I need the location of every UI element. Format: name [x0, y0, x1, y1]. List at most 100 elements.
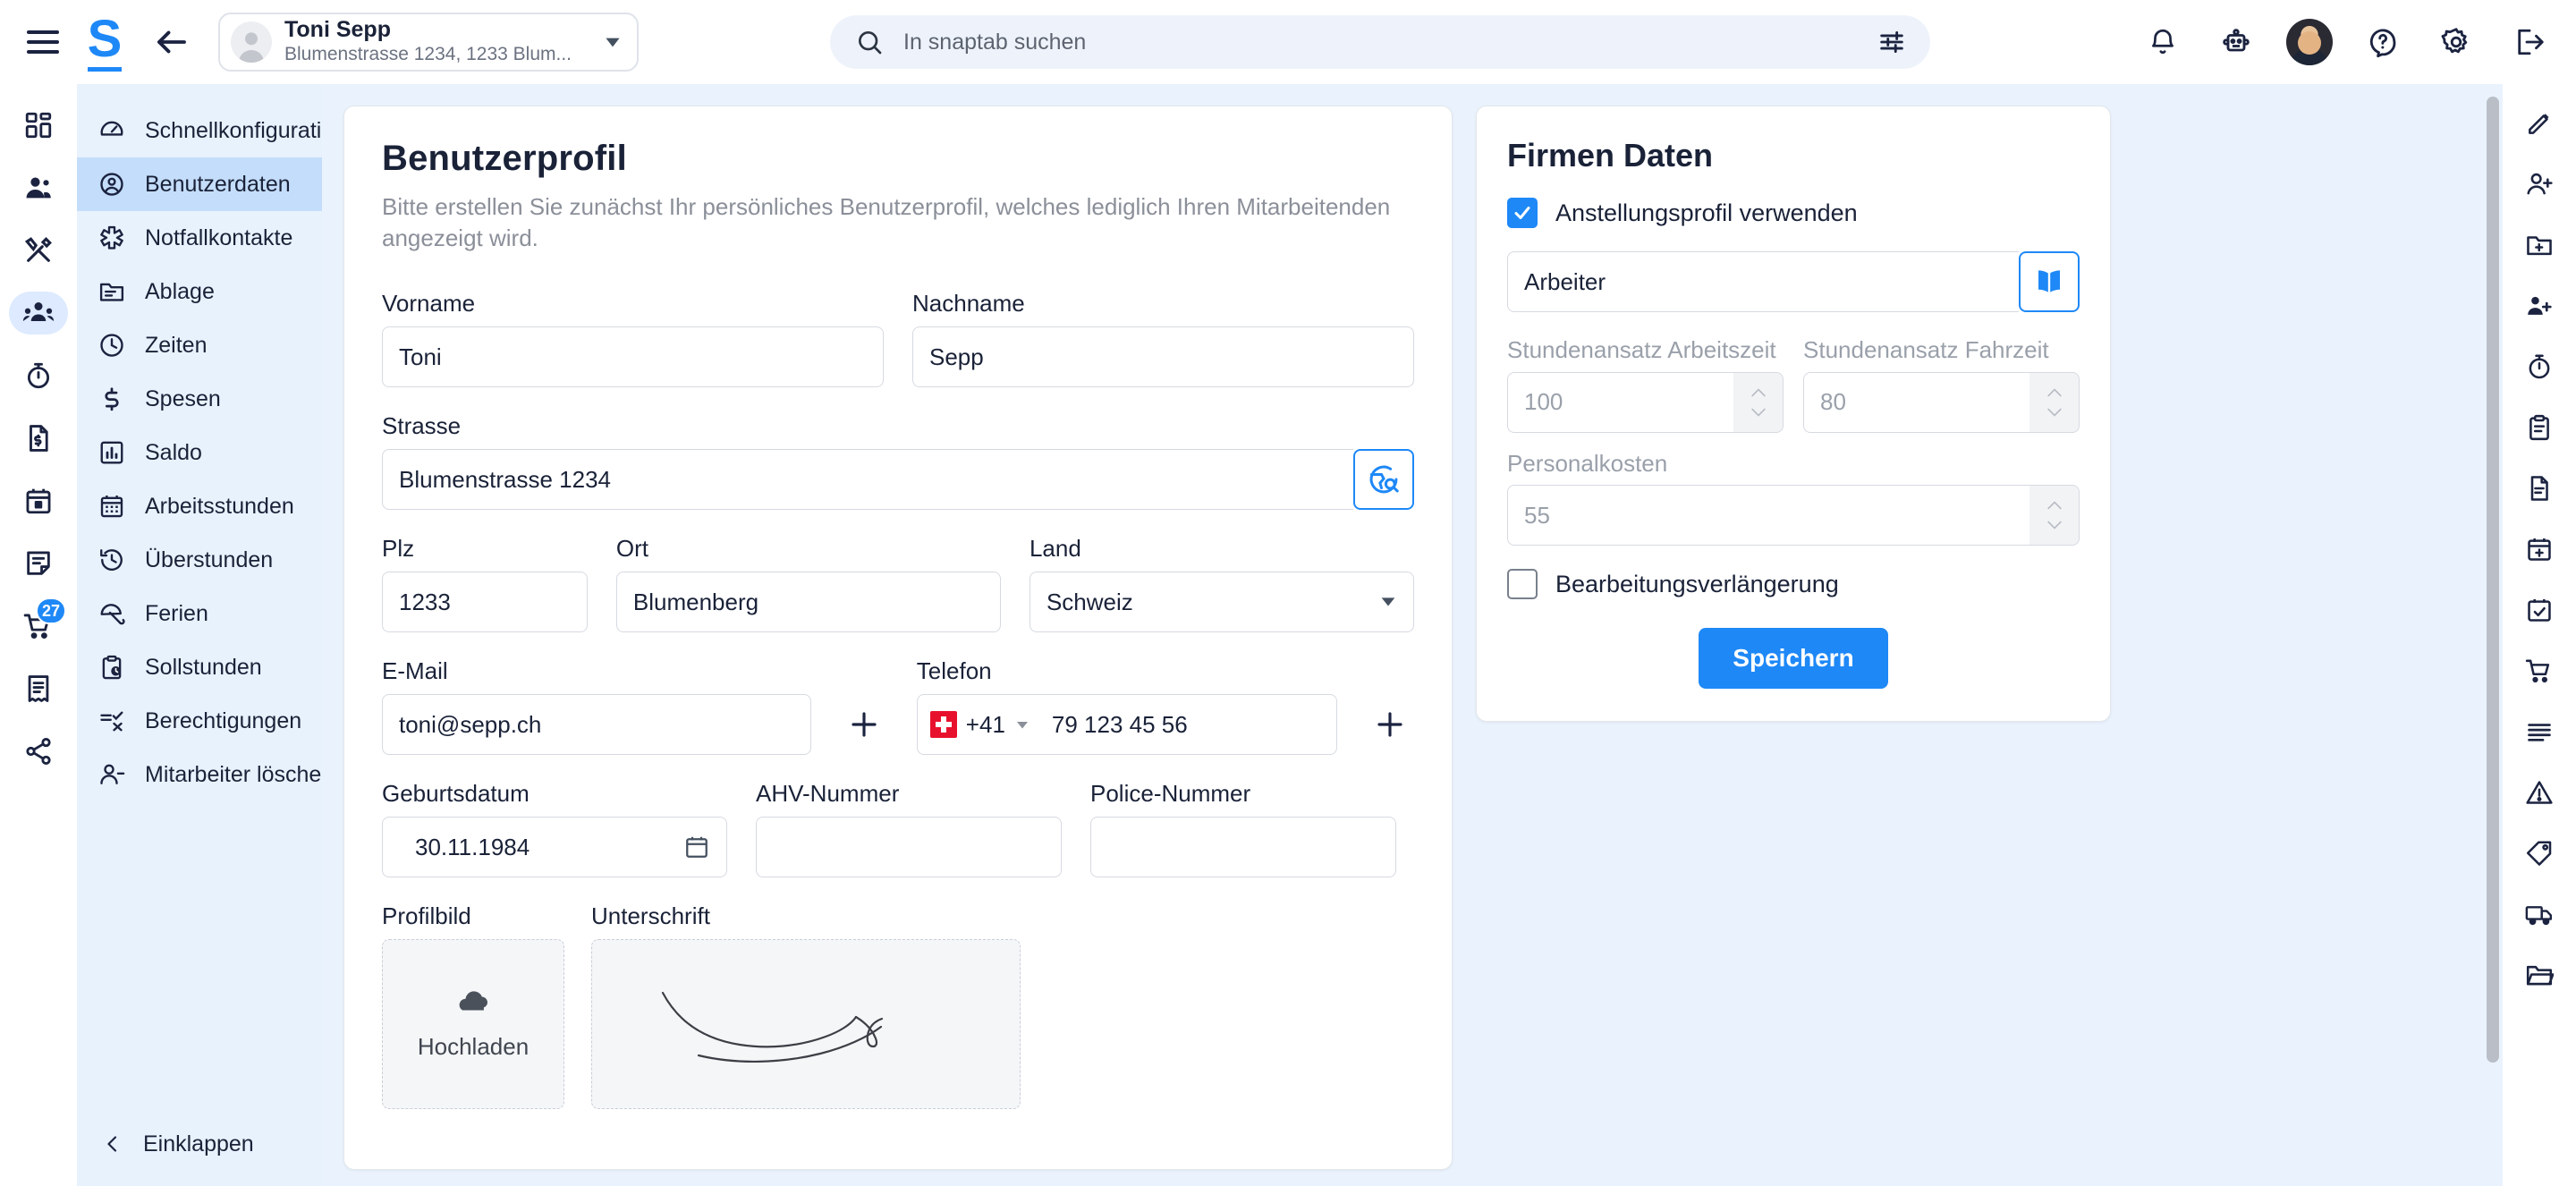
tune-filter-icon[interactable]: [1877, 27, 1907, 57]
profilbild-upload-dropzone[interactable]: Hochladen: [382, 939, 564, 1110]
collapse-sidebar-button[interactable]: Einklappen: [77, 1120, 322, 1168]
contacts-icon[interactable]: [9, 166, 68, 209]
sidebar-item-berechtigungen[interactable]: Berechtigungen: [77, 694, 322, 748]
sidebar-item-ablage[interactable]: Ablage: [77, 265, 322, 318]
book-icon[interactable]: [2019, 251, 2080, 312]
geburtsdatum-input[interactable]: 30.11.1984: [382, 817, 727, 878]
receipt-icon[interactable]: [9, 667, 68, 710]
sidebar-item-benutzerdaten[interactable]: Benutzerdaten: [77, 157, 322, 211]
sidebar-item-ueberstunden[interactable]: Überstunden: [77, 533, 322, 587]
calendar-picker-icon[interactable]: [683, 834, 710, 860]
email-input[interactable]: toni@sepp.ch: [382, 694, 812, 756]
stepper-arrows[interactable]: [1733, 371, 1784, 433]
map-search-icon[interactable]: [1353, 449, 1414, 511]
bearbeitungsverlaengerung-checkbox-row[interactable]: Bearbeitungsverlängerung: [1507, 569, 2080, 599]
search-input[interactable]: In snaptab suchen: [830, 15, 1930, 69]
tag-icon[interactable]: [2513, 834, 2565, 873]
ort-input[interactable]: Blumenberg: [615, 572, 1001, 633]
profil-select-input[interactable]: Arbeiter: [1507, 251, 2019, 312]
help-question-icon[interactable]: [2360, 19, 2406, 65]
tools-icon[interactable]: [9, 229, 68, 272]
vertical-scrollbar[interactable]: [2487, 97, 2499, 1098]
folder-icon: [98, 278, 125, 305]
chevron-down-icon[interactable]: [1014, 716, 1030, 733]
nachname-field: Nachname Sepp: [912, 290, 1414, 388]
invoice-icon[interactable]: [9, 417, 68, 460]
telefon-number[interactable]: 79 123 45 56: [1052, 711, 1188, 739]
sidebar-item-notfallkontakte[interactable]: Notfallkontakte: [77, 211, 322, 265]
notifications-bell-icon[interactable]: [2140, 19, 2186, 65]
anstellungsprofil-checkbox[interactable]: [1507, 198, 1538, 228]
body: 27 Schnellkonfiguration Benutzerdaten No…: [0, 84, 2576, 1186]
ahv-input[interactable]: [756, 817, 1062, 878]
stopwatch-icon[interactable]: [9, 354, 68, 397]
media-row: Profilbild Hochladen Unterschrift: [382, 902, 1414, 1110]
cart-icon[interactable]: 27: [9, 597, 68, 648]
personalkosten-input[interactable]: 55: [1507, 485, 2029, 546]
sidebar-item-ferien[interactable]: Ferien: [77, 587, 322, 640]
user-chip[interactable]: Toni Sepp Blumenstrasse 1234, 1233 Blum.…: [218, 13, 639, 72]
firmen-daten-card: Firmen Daten Anstellungsprofil verwenden…: [1476, 106, 2111, 722]
robot-assistant-icon[interactable]: [2213, 19, 2259, 65]
timer-icon[interactable]: [2513, 347, 2565, 386]
sidebar-item-zeiten[interactable]: Zeiten: [77, 318, 322, 372]
logout-icon[interactable]: [2506, 19, 2553, 65]
bearbeitungsverlaengerung-checkbox[interactable]: [1507, 569, 1538, 599]
document-icon[interactable]: [2513, 469, 2565, 508]
add-email-plus-icon[interactable]: [840, 694, 888, 755]
task-check-icon[interactable]: [2513, 590, 2565, 630]
sidebar-item-label: Ferien: [145, 600, 208, 626]
chevron-down-icon[interactable]: [601, 30, 624, 54]
save-button[interactable]: Speichern: [1699, 628, 1888, 689]
plz-input[interactable]: 1233: [382, 572, 588, 633]
telefon-input-group[interactable]: +41 79 123 45 56: [916, 694, 1338, 756]
folder-open-icon[interactable]: [2513, 955, 2565, 995]
add-person-icon[interactable]: [2513, 165, 2565, 204]
vorname-input[interactable]: Toni: [382, 326, 884, 388]
warning-triangle-icon[interactable]: [2513, 773, 2565, 812]
hamburger-menu-icon[interactable]: [20, 19, 66, 65]
notes-icon[interactable]: [9, 542, 68, 585]
clipboard-paste-icon[interactable]: [2513, 408, 2565, 447]
unterschrift-canvas[interactable]: [591, 939, 1021, 1110]
sidebar-item-label: Berechtigungen: [145, 707, 302, 733]
sidebar-item-schnellkonfiguration[interactable]: Schnellkonfiguration: [77, 104, 346, 157]
calendar-icon[interactable]: [9, 479, 68, 522]
sidebar-item-mitarbeiter-loeschen[interactable]: Mitarbeiter löschen: [77, 748, 334, 801]
stundenansatz-fahrzeit-input[interactable]: 80: [1803, 371, 2029, 433]
sidebar-item-label: Arbeitsstunden: [145, 493, 294, 519]
edit-pencil-icon[interactable]: [2513, 104, 2565, 143]
land-select[interactable]: Schweiz: [1029, 572, 1414, 633]
police-input[interactable]: [1090, 817, 1396, 878]
group-add-icon[interactable]: [2513, 286, 2565, 326]
ahv-label: AHV-Nummer: [756, 780, 900, 808]
scrollbar-thumb[interactable]: [2487, 97, 2499, 1063]
share-icon[interactable]: [9, 730, 68, 773]
stepper-arrows[interactable]: [2029, 371, 2080, 433]
employees-icon[interactable]: [9, 292, 68, 335]
ahv-field: AHV-Nummer: [756, 780, 1062, 878]
user-avatar[interactable]: [2286, 19, 2333, 65]
folder-add-icon[interactable]: [2513, 225, 2565, 265]
sidebar-item-arbeitsstunden[interactable]: Arbeitsstunden: [77, 479, 322, 533]
anstellungsprofil-checkbox-row[interactable]: Anstellungsprofil verwenden: [1507, 198, 2080, 228]
stepper-arrows[interactable]: [2029, 485, 2080, 546]
cart-add-icon[interactable]: [2513, 651, 2565, 690]
dashboard-icon[interactable]: [9, 104, 68, 147]
add-phone-plus-icon[interactable]: [1366, 694, 1414, 755]
strasse-row: Strasse Blumenstrasse 1234: [382, 412, 1414, 511]
plz-label: Plz: [382, 535, 415, 563]
list-icon[interactable]: [2513, 712, 2565, 751]
back-arrow-icon[interactable]: [145, 15, 199, 69]
calendar-add-icon[interactable]: [2513, 529, 2565, 569]
sidebar-item-label: Überstunden: [145, 546, 274, 572]
sidebar-item-saldo[interactable]: Saldo: [77, 426, 322, 479]
sidebar-item-sollstunden[interactable]: Sollstunden: [77, 640, 322, 694]
app-logo[interactable]: S: [77, 13, 132, 72]
settings-gear-icon[interactable]: [2433, 19, 2479, 65]
sidebar-item-spesen[interactable]: Spesen: [77, 372, 322, 426]
truck-icon[interactable]: [2513, 894, 2565, 934]
strasse-input[interactable]: Blumenstrasse 1234: [382, 449, 1353, 511]
nachname-input[interactable]: Sepp: [912, 326, 1414, 388]
stundenansatz-arbeitszeit-input[interactable]: 100: [1507, 371, 1733, 433]
